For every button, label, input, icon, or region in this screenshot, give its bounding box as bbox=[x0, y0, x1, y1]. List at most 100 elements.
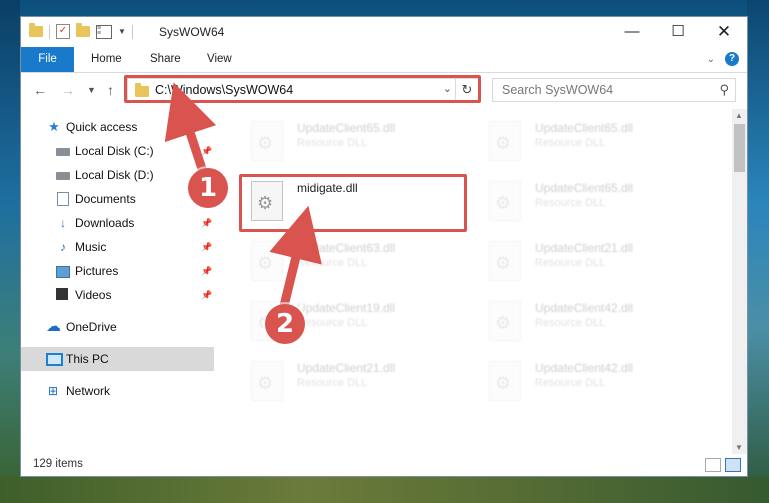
vertical-scrollbar[interactable]: ▲ ▼ bbox=[732, 109, 747, 454]
sidebar-item-onedrive[interactable]: ☁ OneDrive bbox=[21, 315, 214, 339]
file-type: Resource DLL bbox=[535, 317, 606, 329]
file-name: UpdateClient65.dll bbox=[297, 121, 396, 135]
toolbar-divider bbox=[131, 24, 133, 39]
forward-arrow-icon[interactable]: → bbox=[61, 82, 75, 98]
details-view-icon[interactable] bbox=[705, 458, 721, 472]
list-item[interactable]: ⚙ UpdateClient21.dll Resource DLL bbox=[479, 235, 699, 291]
document-icon bbox=[57, 192, 69, 206]
sidebar-item-quick-access[interactable]: ★ Quick access bbox=[21, 115, 214, 139]
properties-check-icon[interactable]: ✓ bbox=[56, 24, 70, 39]
file-type: Resource DLL bbox=[535, 137, 606, 149]
large-icons-view-icon[interactable] bbox=[725, 458, 741, 472]
cloud-icon: ☁ bbox=[46, 318, 61, 335]
sidebar-item-pictures[interactable]: Pictures 📌 bbox=[21, 259, 214, 283]
back-arrow-icon[interactable]: ← bbox=[33, 82, 47, 98]
dll-file-icon: ⚙ bbox=[489, 181, 521, 221]
desktop-background-bottom bbox=[0, 477, 769, 503]
up-arrow-icon[interactable]: ↑ bbox=[107, 82, 114, 98]
desktop-background-left bbox=[0, 0, 20, 503]
file-type: Resource DLL bbox=[297, 257, 368, 269]
sidebar-item-music[interactable]: ♪ Music 📌 bbox=[21, 235, 214, 259]
step-badge-1: 1 bbox=[188, 168, 228, 208]
ribbon-right-controls: ⌄ ? bbox=[707, 52, 739, 66]
recent-locations-icon[interactable]: ▼ bbox=[87, 85, 96, 95]
dll-file-icon: ⚙ bbox=[251, 121, 283, 161]
video-icon bbox=[56, 288, 68, 300]
file-name: UpdateClient42.dll bbox=[535, 301, 634, 315]
folder-icon bbox=[29, 23, 43, 37]
list-item[interactable]: ⚙ UpdateClient42.dll Resource DLL bbox=[479, 295, 699, 351]
download-icon: ↓ bbox=[60, 216, 66, 230]
computer-icon bbox=[46, 353, 63, 366]
sidebar-item-videos[interactable]: Videos 📌 bbox=[21, 283, 214, 307]
search-icon[interactable]: ⚲ bbox=[719, 82, 729, 98]
dll-file-icon: ⚙ bbox=[489, 301, 521, 341]
sidebar-item-label: Music bbox=[75, 240, 107, 254]
pin-icon[interactable]: 📌 bbox=[201, 235, 212, 259]
file-name: UpdateClient19.dll bbox=[297, 301, 396, 315]
sidebar-item-label: Quick access bbox=[66, 120, 138, 134]
pin-icon[interactable]: 📌 bbox=[201, 259, 212, 283]
sidebar-item-label: Pictures bbox=[75, 264, 119, 278]
expand-ribbon-icon[interactable]: ⌄ bbox=[707, 54, 715, 65]
item-count: 129 items bbox=[33, 458, 83, 470]
pin-icon[interactable]: 📌 bbox=[201, 283, 212, 307]
pictures-icon bbox=[56, 266, 70, 278]
dll-file-icon: ⚙ bbox=[251, 361, 283, 401]
scroll-up-icon[interactable]: ▲ bbox=[735, 111, 743, 120]
file-type: Resource DLL bbox=[297, 377, 368, 389]
scrollbar-thumb[interactable] bbox=[734, 124, 745, 172]
list-item[interactable]: ⚙ UpdateClient65.dll Resource DLL bbox=[241, 115, 461, 171]
tab-share[interactable]: Share bbox=[150, 47, 181, 72]
sidebar-item-label: Network bbox=[66, 384, 111, 398]
list-item[interactable]: ⚙ UpdateClient63.dll Resource DLL bbox=[241, 235, 461, 291]
sidebar-item-network[interactable]: ⊞ Network bbox=[21, 379, 214, 403]
list-item[interactable]: ⚙ UpdateClient42.dll Resource DLL bbox=[479, 355, 699, 411]
sidebar-item-label: OneDrive bbox=[66, 320, 117, 334]
tab-home[interactable]: Home bbox=[91, 47, 122, 72]
minimize-button[interactable]: — bbox=[609, 17, 655, 47]
customize-toolbar-icon[interactable]: ▼ bbox=[118, 27, 126, 36]
new-folder-icon[interactable] bbox=[76, 23, 90, 37]
search-placeholder: Search SysWOW64 bbox=[502, 83, 614, 97]
title-bar: ✓ ≡ ≡ ▼ SysWOW64 — ☐ ✕ bbox=[21, 17, 747, 47]
explorer-window: ✓ ≡ ≡ ▼ SysWOW64 — ☐ ✕ File Home Share Vi… bbox=[20, 16, 748, 477]
sidebar-item-label: Local Disk (D:) bbox=[75, 168, 154, 182]
status-bar: 129 items bbox=[21, 454, 747, 476]
pin-icon[interactable]: 📌 bbox=[201, 211, 212, 235]
sidebar-item-local-disk-d[interactable]: Local Disk (D:) 📌 bbox=[21, 163, 214, 187]
list-item[interactable]: ⚙ UpdateClient65.dll Resource DLL bbox=[479, 175, 699, 231]
sidebar-item-label: Local Disk (C:) bbox=[75, 144, 154, 158]
maximize-button[interactable]: ☐ bbox=[655, 17, 701, 47]
sidebar-item-label: Documents bbox=[75, 192, 136, 206]
file-list: ⚙ UpdateClient65.dll Resource DLL ⚙ midi… bbox=[231, 109, 731, 454]
help-icon[interactable]: ? bbox=[725, 52, 739, 66]
search-input[interactable]: Search SysWOW64 ⚲ bbox=[492, 78, 736, 102]
sidebar-item-downloads[interactable]: ↓ Downloads 📌 bbox=[21, 211, 214, 235]
file-name: UpdateClient21.dll bbox=[535, 241, 634, 255]
dll-file-icon: ⚙ bbox=[489, 241, 521, 281]
sidebar-item-documents[interactable]: Documents 📌 bbox=[21, 187, 214, 211]
drive-icon bbox=[56, 172, 70, 180]
sidebar-item-local-disk-c[interactable]: Local Disk (C:) 📌 bbox=[21, 139, 214, 163]
properties-icon[interactable]: ≡ ≡ bbox=[96, 24, 112, 39]
desktop-background-right bbox=[747, 0, 769, 503]
close-button[interactable]: ✕ bbox=[701, 17, 747, 47]
network-icon: ⊞ bbox=[47, 384, 59, 398]
tab-view[interactable]: View bbox=[207, 47, 232, 72]
file-type: Resource DLL bbox=[535, 257, 606, 269]
pin-icon[interactable]: 📌 bbox=[201, 139, 212, 163]
sidebar-item-this-pc[interactable]: This PC bbox=[21, 347, 214, 371]
ribbon-tabs: File Home Share View ⌄ ? bbox=[21, 47, 747, 73]
list-item[interactable]: ⚙ UpdateClient65.dll Resource DLL bbox=[479, 115, 699, 171]
star-icon: ★ bbox=[48, 119, 60, 134]
tab-file[interactable]: File bbox=[21, 47, 74, 72]
address-highlight-box bbox=[124, 75, 481, 103]
dll-file-icon: ⚙ bbox=[489, 121, 521, 161]
dll-file-icon: ⚙ bbox=[489, 361, 521, 401]
dll-file-icon: ⚙ bbox=[251, 241, 283, 281]
list-item[interactable]: ⚙ UpdateClient21.dll Resource DLL bbox=[241, 355, 461, 411]
scroll-down-icon[interactable]: ▼ bbox=[735, 443, 743, 452]
file-name: UpdateClient21.dll bbox=[297, 361, 396, 375]
file-type: Resource DLL bbox=[297, 137, 368, 149]
